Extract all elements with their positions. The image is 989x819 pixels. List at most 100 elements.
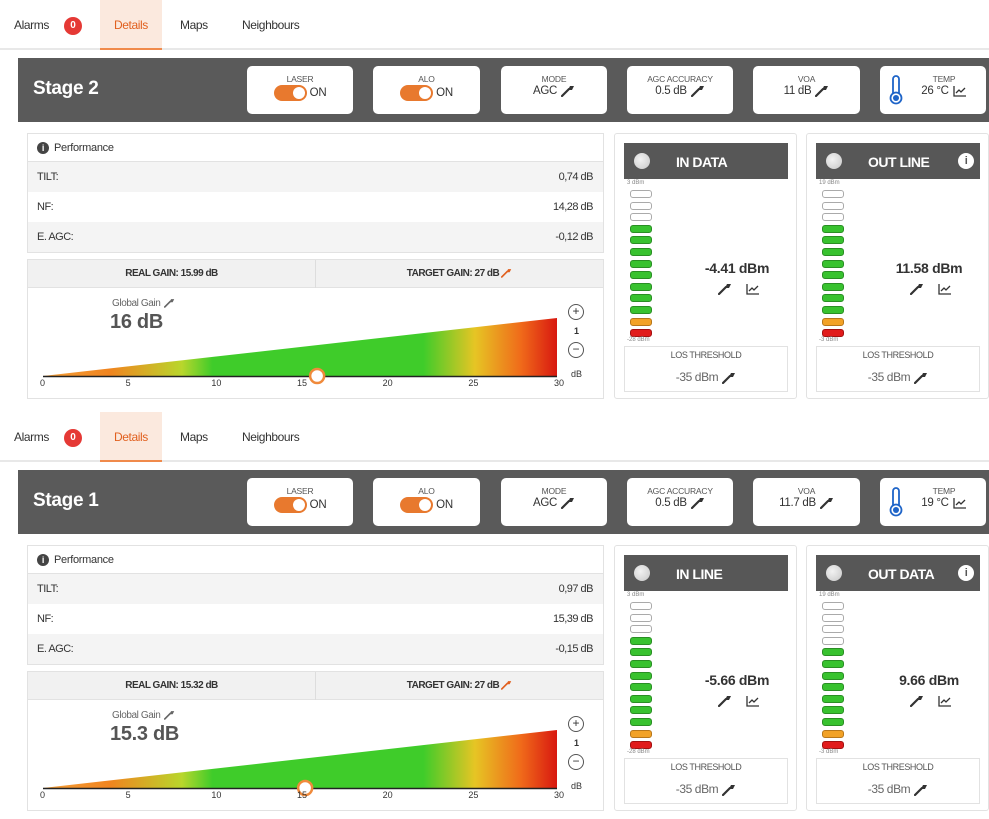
gain-slider-handle[interactable] — [308, 367, 326, 385]
agc-accuracy-control[interactable]: AGC ACCURACY 0.5 dB — [627, 66, 733, 114]
target-gain-cell[interactable]: TARGET GAIN: 27 dB — [316, 260, 603, 288]
tab-details[interactable]: Details — [100, 0, 162, 50]
trend-chart-icon[interactable] — [746, 283, 760, 295]
zoom-out-button[interactable]: − — [568, 342, 584, 358]
step-value: 1 — [574, 738, 580, 748]
tab-maps[interactable]: Maps — [180, 412, 208, 462]
tab-details[interactable]: Details — [100, 412, 162, 462]
perf-label: NF: — [37, 613, 54, 625]
trend-chart-icon[interactable] — [938, 695, 952, 707]
los-threshold[interactable]: LOS THRESHOLD -35 dBm — [816, 758, 980, 804]
global-gain-label: Global Gain — [112, 298, 161, 309]
los-threshold[interactable]: LOS THRESHOLD -35 dBm — [624, 758, 788, 804]
tab-alarms[interactable]: Alarms — [14, 412, 49, 462]
trend-chart-icon[interactable] — [953, 497, 967, 509]
wrench-icon[interactable] — [722, 784, 736, 796]
wrench-icon[interactable] — [561, 85, 575, 97]
status-led-icon — [826, 565, 842, 581]
wrench-icon[interactable] — [690, 85, 705, 97]
tab-bar: Alarms 0 Details Maps Neighbours — [0, 412, 989, 462]
mode-control[interactable]: MODE AGC — [501, 66, 607, 114]
gain-tick-label: 20 — [382, 378, 393, 388]
wrench-icon[interactable] — [910, 695, 924, 707]
wrench-icon[interactable] — [914, 372, 928, 384]
laser-control[interactable]: LASER ON — [247, 66, 353, 114]
info-icon[interactable]: i — [958, 565, 974, 581]
perf-label: TILT: — [37, 171, 59, 183]
stage-title: Stage 2 — [33, 78, 99, 99]
zoom-in-button[interactable]: + — [568, 304, 584, 320]
laser-state: ON — [309, 87, 327, 100]
wrench-icon[interactable] — [819, 497, 834, 509]
wrench-icon[interactable] — [164, 710, 175, 721]
temp-control[interactable]: TEMP 19 °C — [880, 478, 986, 526]
los-threshold[interactable]: LOS THRESHOLD -35 dBm — [624, 346, 788, 392]
level-segment — [630, 294, 652, 303]
wrench-icon[interactable] — [561, 497, 575, 509]
wrench-icon[interactable] — [164, 298, 175, 309]
agc-accuracy-control[interactable]: AGC ACCURACY 0.5 dB — [627, 478, 733, 526]
gain-tick-label: 5 — [125, 378, 131, 388]
voa-control[interactable]: VOA 11 dB — [753, 66, 860, 114]
power-reading: 11.58 dBm — [895, 260, 963, 276]
level-segment — [630, 213, 652, 222]
trend-chart-icon[interactable] — [938, 283, 952, 295]
wrench-icon[interactable] — [910, 283, 924, 295]
tab-neighbours[interactable]: Neighbours — [242, 0, 300, 50]
wrench-icon[interactable] — [815, 85, 829, 97]
gain-panel: REAL GAIN: 15.32 dB TARGET GAIN: 27 dB G… — [27, 671, 604, 811]
laser-control[interactable]: LASER ON — [247, 478, 353, 526]
tab-maps[interactable]: Maps — [180, 0, 208, 50]
wrench-icon[interactable] — [722, 372, 736, 384]
perf-row-tilt: TILT: 0,74 dB — [28, 162, 603, 192]
info-icon[interactable]: i — [958, 153, 974, 169]
gain-unit: dB — [571, 781, 583, 791]
zoom-out-button[interactable]: − — [568, 754, 584, 770]
wrench-icon[interactable] — [501, 680, 512, 691]
voa-control[interactable]: VOA 11.7 dB — [753, 478, 860, 526]
alo-toggle[interactable] — [400, 85, 434, 101]
trend-chart-icon[interactable] — [746, 695, 760, 707]
perf-row-tilt: TILT: 0,97 dB — [28, 574, 603, 604]
tab-neighbours[interactable]: Neighbours — [242, 412, 300, 462]
los-threshold-value: -35 dBm — [675, 370, 719, 384]
target-gain-cell[interactable]: TARGET GAIN: 27 dB — [316, 672, 603, 700]
los-threshold[interactable]: LOS THRESHOLD -35 dBm — [816, 346, 980, 392]
laser-toggle[interactable] — [273, 497, 307, 513]
global-gain-label: Global Gain — [112, 710, 161, 721]
power-reading: -5.66 dBm — [704, 672, 770, 688]
gain-tick-label: 25 — [468, 790, 479, 800]
level-segment — [822, 729, 844, 738]
level-segment — [822, 706, 844, 715]
zoom-in-button[interactable]: + — [568, 716, 584, 732]
wrench-icon[interactable] — [690, 497, 705, 509]
temp-control[interactable]: TEMP 26 °C — [880, 66, 986, 114]
los-threshold-label: LOS THRESHOLD — [862, 350, 934, 360]
level-segment — [630, 190, 652, 198]
alo-toggle[interactable] — [400, 497, 434, 513]
perf-label: E. AGC: — [37, 643, 74, 655]
real-gain: REAL GAIN: 15.99 dB — [125, 268, 218, 279]
perf-value: 0,97 dB — [558, 583, 594, 595]
perf-row-eagc: E. AGC: -0,12 dB — [28, 222, 603, 252]
level-segment — [822, 602, 844, 610]
wrench-icon[interactable] — [501, 268, 512, 279]
wrench-icon[interactable] — [914, 784, 928, 796]
scale-bottom: -3 dBm — [819, 337, 839, 343]
alo-control[interactable]: ALO ON — [373, 66, 480, 114]
level-segment — [630, 636, 652, 645]
trend-chart-icon[interactable] — [953, 85, 967, 97]
wrench-icon[interactable] — [718, 283, 732, 295]
gain-unit: dB — [571, 369, 583, 379]
mode-control[interactable]: MODE AGC — [501, 478, 607, 526]
level-segment — [822, 282, 844, 291]
level-segment — [630, 224, 652, 233]
wrench-icon[interactable] — [718, 695, 732, 707]
tab-alarms[interactable]: Alarms — [14, 0, 49, 50]
level-segment — [822, 201, 844, 210]
laser-toggle[interactable] — [273, 85, 307, 101]
alo-control[interactable]: ALO ON — [373, 478, 480, 526]
status-led-icon — [826, 153, 842, 169]
scale-bottom: -28 dBm — [627, 749, 650, 755]
laser-state: ON — [309, 499, 327, 512]
